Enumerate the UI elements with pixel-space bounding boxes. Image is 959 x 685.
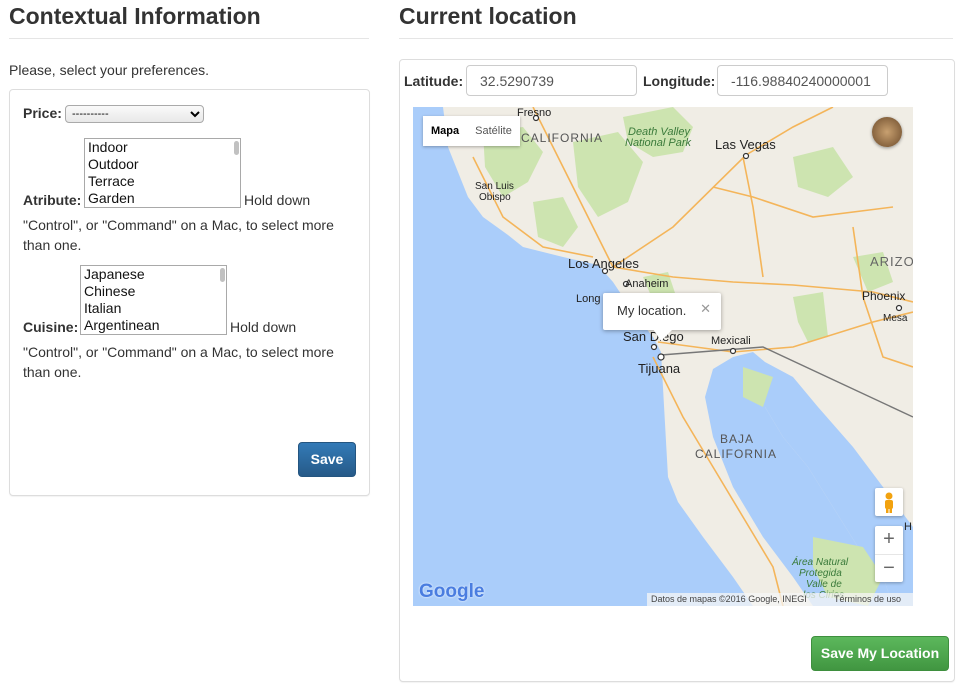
save-my-location-button[interactable]: Save My Location xyxy=(811,636,949,671)
list-item[interactable]: Indoor xyxy=(85,139,240,156)
map-label-anaheim: Anaheim xyxy=(625,278,669,290)
list-item[interactable]: Garden xyxy=(85,190,240,207)
map-label-tijuana: Tijuana xyxy=(638,361,681,376)
atribute-help-line1: "Control", or "Command" on a Mac, to sel… xyxy=(23,217,334,233)
map-label-obispo: Obispo xyxy=(479,192,511,203)
street-view-pegman-button[interactable] xyxy=(875,488,903,516)
atribute-help-line2: than one. xyxy=(23,237,82,253)
longitude-input[interactable]: -116.98840240000001 xyxy=(717,65,888,96)
current-location-title: Current location xyxy=(399,3,577,29)
location-infowindow: My location. ✕ xyxy=(603,293,721,330)
map-label-san-luis: San Luis xyxy=(475,181,514,192)
save-button[interactable]: Save xyxy=(298,442,356,477)
map-label-long: Long xyxy=(576,293,601,305)
map-type-map-button[interactable]: Mapa xyxy=(423,116,467,146)
atribute-help-inline: Hold down xyxy=(244,192,311,208)
title-divider xyxy=(399,38,953,39)
map-terms-link[interactable]: Términos de uso xyxy=(834,593,901,606)
map-label-arizona: ARIZO xyxy=(870,254,913,269)
longitude-label: Longitude: xyxy=(643,73,716,89)
map-attribution-text: Datos de mapas ©2016 Google, INEGI xyxy=(651,594,807,604)
map-label-california: CALIFORNIA xyxy=(521,131,604,145)
title-divider xyxy=(9,38,369,39)
price-label: Price: xyxy=(23,105,62,121)
list-item[interactable]: Outdoor xyxy=(85,156,240,173)
map-label-national-park: National Park xyxy=(625,137,692,149)
map-label-baja: BAJA xyxy=(720,432,755,446)
zoom-out-button[interactable]: − xyxy=(875,555,903,582)
list-item[interactable]: Japanese xyxy=(81,266,226,283)
close-icon[interactable]: ✕ xyxy=(700,301,711,317)
map-label-valle-de: Valle de xyxy=(806,579,842,590)
map-type-control: Mapa Satélite xyxy=(423,116,520,146)
map-label-mexicali: Mexicali xyxy=(711,335,751,347)
infowindow-text: My location. xyxy=(617,303,687,318)
list-item[interactable]: Italian xyxy=(81,300,226,317)
cuisine-help-inline: Hold down xyxy=(230,319,297,335)
map-type-satellite-button[interactable]: Satélite xyxy=(467,116,520,146)
map-label-h: H xyxy=(904,521,912,533)
cuisine-help-line1: "Control", or "Command" on a Mac, to sel… xyxy=(23,344,334,360)
map-label-area-natural: Área Natural xyxy=(792,557,849,568)
photo-sphere-icon[interactable] xyxy=(872,117,902,147)
contextual-information-title: Contextual Information xyxy=(9,3,261,29)
infowindow-pointer xyxy=(653,329,673,341)
map-label-phoenix: Phoenix xyxy=(862,289,906,303)
scrollbar-thumb[interactable] xyxy=(220,268,225,282)
zoom-in-button[interactable]: + xyxy=(875,526,903,555)
list-item[interactable]: Terrace xyxy=(85,173,240,190)
google-logo[interactable]: Google xyxy=(419,581,484,603)
list-item[interactable]: Chinese xyxy=(81,283,226,300)
map-label-las-vegas: Las Vegas xyxy=(715,137,776,152)
zoom-control: + − xyxy=(875,526,903,582)
map-attribution-bar: Datos de mapas ©2016 Google, INEGI Térmi… xyxy=(647,593,913,606)
pegman-icon xyxy=(885,492,893,513)
scrollbar-thumb[interactable] xyxy=(234,141,239,155)
latitude-input[interactable]: 32.5290739 xyxy=(466,65,637,96)
cuisine-help-line2: than one. xyxy=(23,364,82,380)
map-label-baja-california: CALIFORNIA xyxy=(695,447,778,461)
map-label-los-angeles: Los Angeles xyxy=(568,256,639,271)
latitude-label: Latitude: xyxy=(404,73,464,89)
atribute-label: Atribute: xyxy=(23,192,82,208)
cuisine-label: Cuisine: xyxy=(23,319,79,335)
list-item[interactable]: Argentinean xyxy=(81,317,226,334)
map-label-mesa: Mesa xyxy=(883,313,908,324)
map-label-fresno: Fresno xyxy=(517,107,552,119)
cuisine-multiselect[interactable]: Japanese Chinese Italian Argentinean xyxy=(80,265,227,335)
price-select[interactable]: ---------- xyxy=(65,105,204,123)
map-canvas[interactable]: Fresno CALIFORNIA Death Valley National … xyxy=(413,107,913,606)
map-label-protegida: Protegida xyxy=(799,568,842,579)
atribute-multiselect[interactable]: Indoor Outdoor Terrace Garden xyxy=(84,138,241,208)
intro-text: Please, select your preferences. xyxy=(9,62,209,78)
